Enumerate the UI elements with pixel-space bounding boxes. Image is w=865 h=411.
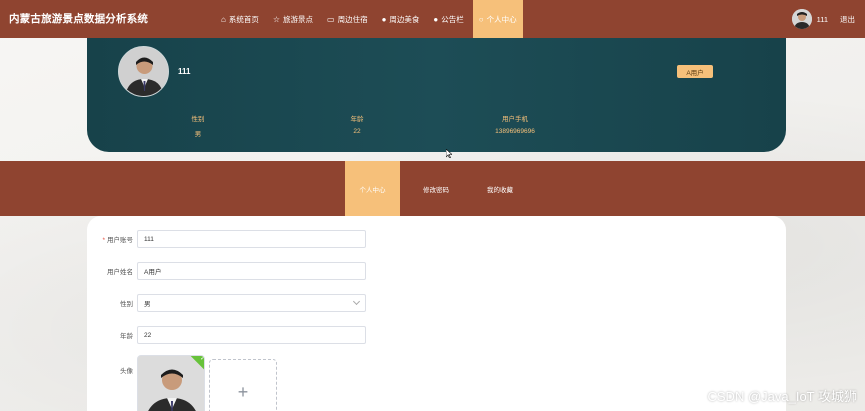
field-gender: 性别 男 — [87, 294, 366, 312]
app-title: 内蒙古旅游景点数据分析系统 — [9, 13, 149, 25]
field-age: 年龄 22 — [87, 326, 366, 344]
watermark: CSDN @Java_IoT 攻城狮 — [707, 389, 858, 404]
role-badge: A用户 — [677, 65, 713, 78]
logout-link[interactable]: 退出 — [840, 14, 855, 25]
nav-home[interactable]: ⌂ 系统首页 — [216, 0, 264, 38]
account-input[interactable]: 111 — [137, 230, 366, 248]
gender-select[interactable]: 男 — [137, 294, 366, 312]
mouse-cursor-icon — [446, 149, 452, 158]
avatar-preview[interactable]: ✓ — [137, 355, 205, 411]
avatar[interactable] — [791, 9, 812, 29]
required-mark: * — [102, 237, 105, 244]
main-nav: ⌂ 系统首页 ☆ 旅游景点 ▭ 周边住宿 ● 周边美食 ● 公告栏 ○ 个人中心 — [216, 0, 527, 38]
home-icon: ⌂ — [221, 14, 226, 24]
top-navbar: 内蒙古旅游景点数据分析系统 ⌂ 系统首页 ☆ 旅游景点 ▭ 周边住宿 ● 周边美… — [0, 0, 865, 38]
nav-lodging[interactable]: ▭ 周边住宿 — [322, 0, 373, 38]
user-area: 111 退出 — [791, 0, 855, 38]
profile-avatar — [118, 46, 169, 97]
name-input[interactable]: A用户 — [137, 262, 366, 280]
nav-notice[interactable]: ● 公告栏 — [428, 0, 468, 38]
upload-add-button[interactable]: + — [209, 359, 277, 411]
field-account: * 用户账号 111 — [87, 230, 366, 248]
stat-age: 年龄 22 — [350, 116, 364, 135]
nav-personal-center[interactable]: ○ 个人中心 — [472, 0, 523, 38]
star-icon: ☆ — [272, 14, 281, 24]
field-name: 用户姓名 A用户 — [87, 262, 366, 280]
info-icon: ● — [433, 14, 439, 24]
user-name: 111 — [816, 14, 828, 24]
chat-icon: ○ — [478, 14, 484, 24]
age-input[interactable]: 22 — [137, 326, 366, 344]
tab-personal-center[interactable]: 个人中心 — [345, 161, 400, 216]
field-avatar: 头像 — [120, 368, 133, 375]
nav-attractions[interactable]: ☆ 旅游景点 — [268, 0, 318, 38]
bag-icon: ▭ — [327, 14, 335, 24]
tab-my-favorites[interactable]: 我的收藏 — [474, 161, 526, 216]
profile-tabbar: 个人中心 修改密码 我的收藏 — [0, 161, 865, 216]
profile-card: 111 A用户 性别 男 年龄 22 用户手机 13896969696 — [87, 30, 786, 152]
info-icon: ● — [381, 14, 387, 24]
stat-phone: 用户手机 13896969696 — [495, 116, 535, 135]
stat-gender: 性别 男 — [191, 116, 205, 138]
tab-change-password[interactable]: 修改密码 — [410, 161, 462, 216]
profile-name: 111 — [178, 67, 191, 76]
chevron-down-icon — [352, 297, 361, 306]
profile-form: * 用户账号 111 用户姓名 A用户 性别 男 年龄 22 头像 ✓ + — [87, 216, 786, 411]
nav-food[interactable]: ● 周边美食 — [377, 0, 425, 38]
